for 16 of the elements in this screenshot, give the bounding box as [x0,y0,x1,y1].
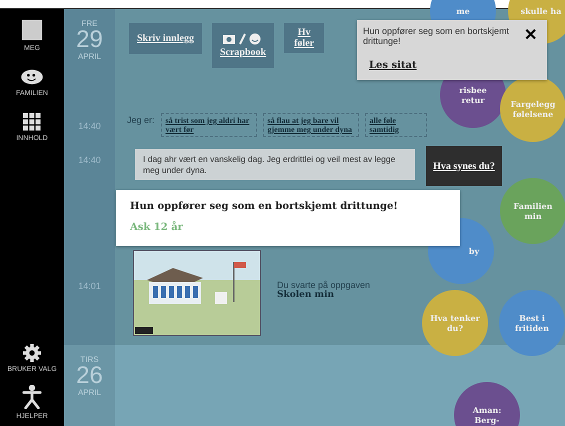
month-label: APRIL [78,388,102,397]
weekday-label: TIRS [80,355,99,364]
quote-author: Ask 12 år [130,222,184,233]
task-title: Skolen min [277,290,336,300]
day-number: 26 [76,364,103,388]
notification-text: Hun oppfører seg som en bortskjemt drittunge! [363,26,510,48]
month-label: APRIL [78,52,102,61]
day-number: 29 [76,28,103,52]
task-lead: Du svarte på oppgaven [277,280,370,290]
time-label: 14:40 [64,109,115,143]
time-label: 14:01 [64,203,115,345]
mood-prefix: Jeg er: [127,114,155,125]
post-text: I dag ahr vært en vanskelig dag. Jeg erdrittlei og veil mest av legge meg under dyna. [135,149,415,180]
time-label: 14:40 [64,143,115,203]
quote-text: Hun oppfører seg som en bortskjemt drittunge! [130,201,399,212]
weekday-label: FRE [82,19,98,28]
